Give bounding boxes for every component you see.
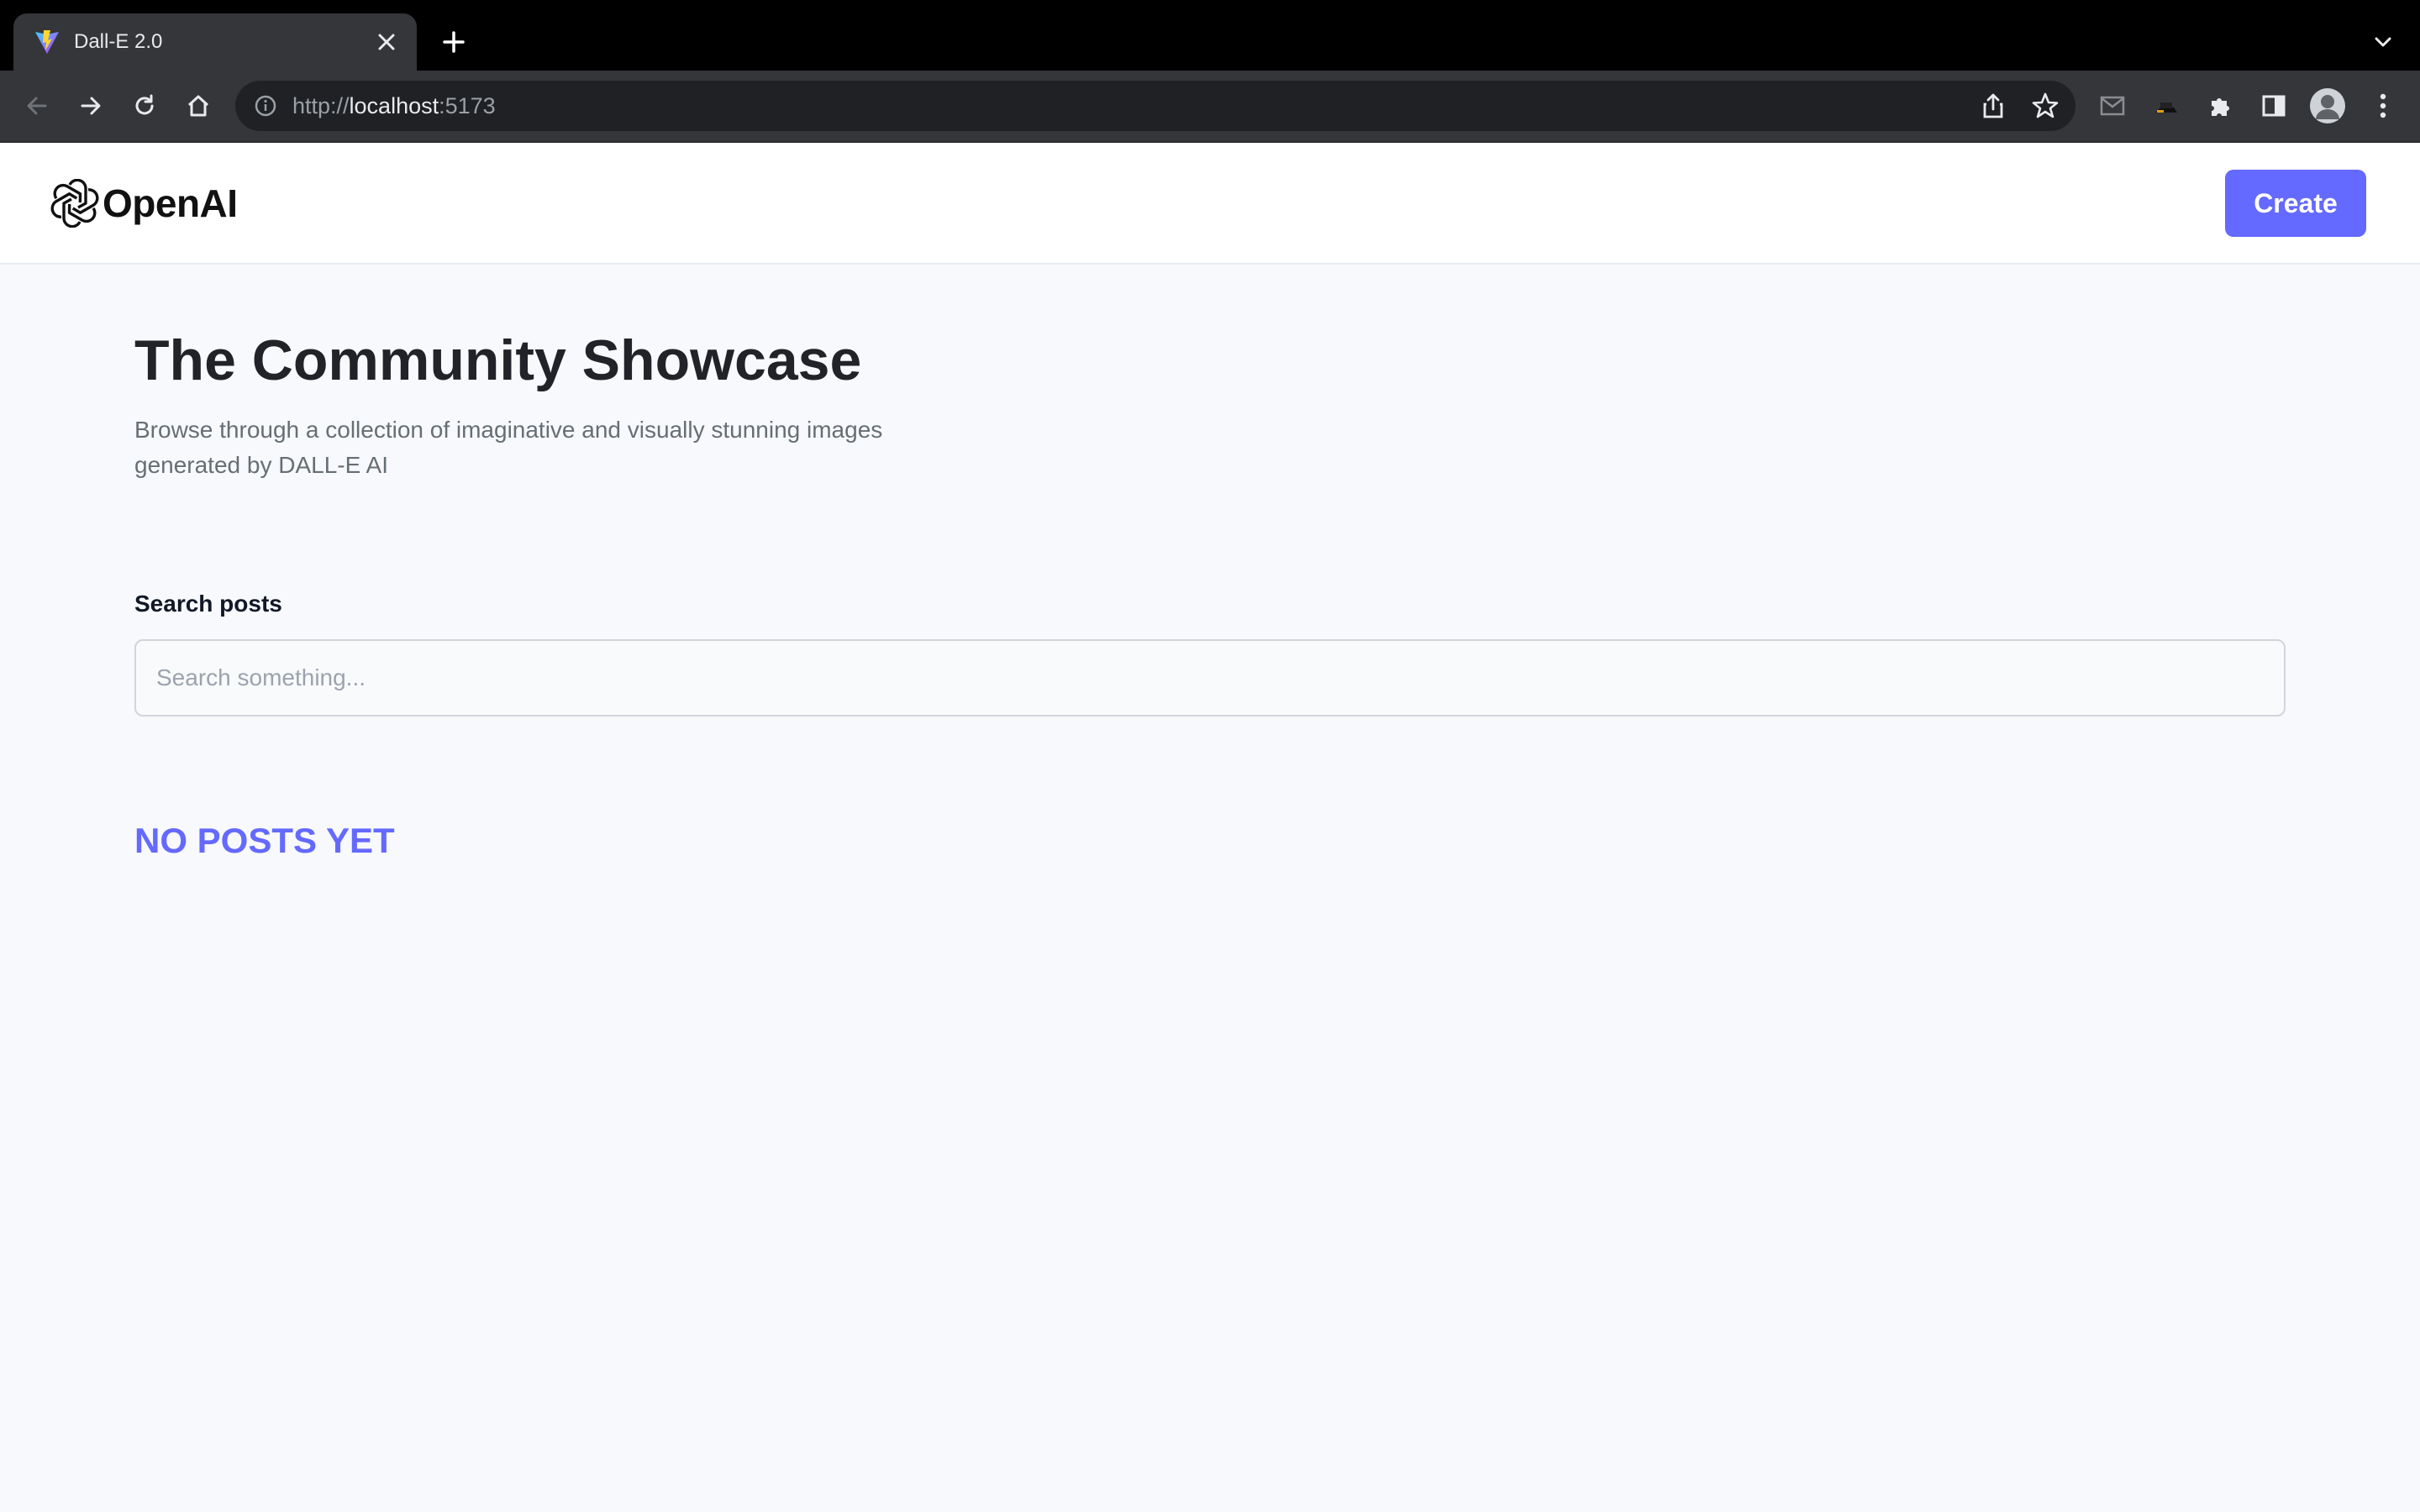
vite-favicon-icon <box>34 29 60 55</box>
more-menu-icon[interactable] <box>2363 86 2403 126</box>
url-port: :5173 <box>439 93 496 118</box>
share-icon[interactable] <box>1978 91 2008 121</box>
address-url[interactable]: http://localhost:5173 <box>292 92 496 119</box>
logo-text: OpenAI <box>103 181 238 225</box>
bookmark-star-icon[interactable] <box>2030 91 2060 121</box>
url-scheme: http:// <box>292 93 350 118</box>
openai-logo-icon <box>50 179 99 228</box>
home-icon[interactable] <box>178 86 218 126</box>
browser-tab-active[interactable]: Dall-E 2.0 <box>13 13 417 71</box>
site-info-icon[interactable] <box>252 92 279 119</box>
create-button[interactable]: Create <box>2225 170 2366 237</box>
openai-logo[interactable]: OpenAI <box>50 176 238 230</box>
address-bar[interactable]: http://localhost:5173 <box>235 81 2075 131</box>
page-subtitle: Browse through a collection of imaginati… <box>134 417 883 478</box>
tab-title: Dall-E 2.0 <box>74 30 163 53</box>
tab-close-icon[interactable] <box>370 25 403 59</box>
search-label: Search posts <box>134 591 282 617</box>
mail-extension-icon[interactable] <box>2092 86 2133 126</box>
app-header: OpenAI Create <box>0 143 2420 265</box>
page-title: The Community Showcase <box>134 328 862 392</box>
new-tab-icon[interactable] <box>434 22 474 62</box>
browser-tabstrip: Dall-E 2.0 <box>0 0 2420 71</box>
hat-extension-icon[interactable] <box>2146 86 2186 126</box>
search-input[interactable] <box>134 639 2286 717</box>
side-panel-icon[interactable] <box>2254 86 2294 126</box>
profile-avatar[interactable] <box>2307 86 2348 126</box>
extensions-puzzle-icon[interactable] <box>2200 86 2240 126</box>
empty-state-message: NO POSTS YET <box>134 821 395 860</box>
url-host: localhost <box>349 93 439 118</box>
reload-icon[interactable] <box>124 86 165 126</box>
forward-arrow-icon[interactable] <box>71 86 111 126</box>
tab-search-chevron-down-icon[interactable] <box>2363 22 2403 62</box>
back-arrow-icon[interactable] <box>17 86 57 126</box>
